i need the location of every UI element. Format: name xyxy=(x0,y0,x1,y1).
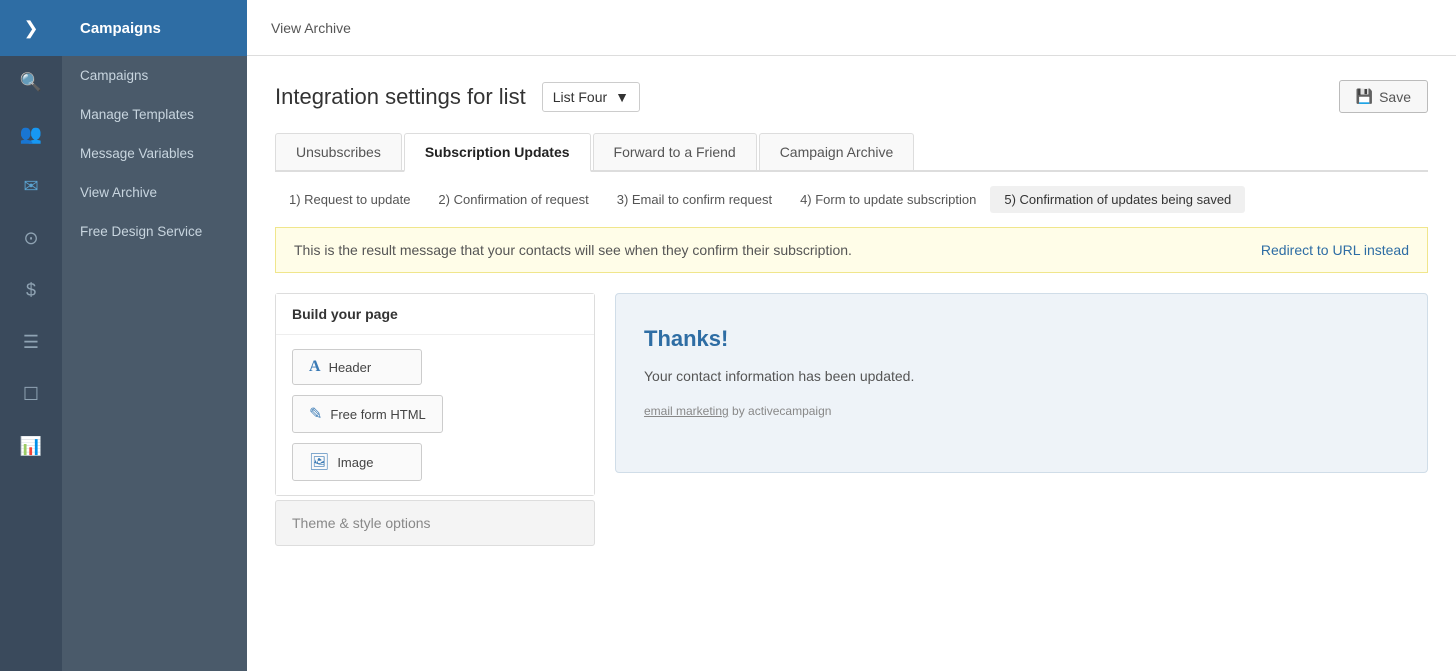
contacts-icon-nav[interactable]: 👥 xyxy=(0,108,62,160)
email-marketing-link[interactable]: email marketing xyxy=(644,404,729,418)
image-block-label: Image xyxy=(337,455,373,470)
nav-item-campaigns[interactable]: Campaigns xyxy=(62,56,247,95)
redirect-url-link[interactable]: Redirect to URL instead xyxy=(1261,242,1409,258)
info-bar: This is the result message that your con… xyxy=(275,227,1428,273)
theme-section-header: Theme & style options xyxy=(276,501,594,545)
reports-icon-nav[interactable]: 📊 xyxy=(0,420,62,472)
deals-icon-nav[interactable]: $ xyxy=(0,264,62,316)
step-1[interactable]: 1) Request to update xyxy=(275,186,424,213)
image-block-btn[interactable]: 🖼 Image xyxy=(292,443,422,481)
left-nav: Campaigns Campaigns Manage Templates Mes… xyxy=(62,0,247,671)
forms-icon-nav[interactable]: ☐ xyxy=(0,368,62,420)
freeform-html-label: Free form HTML xyxy=(330,407,425,422)
save-button[interactable]: 💾 Save xyxy=(1339,80,1428,113)
list-dropdown-value: List Four xyxy=(553,89,607,105)
nav-header: Campaigns xyxy=(62,0,247,56)
nav-item-free-design[interactable]: Free Design Service xyxy=(62,212,247,251)
preview-footer-suffix: by activecampaign xyxy=(729,404,832,418)
topbar: View Archive xyxy=(247,0,1456,56)
preview-heading: Thanks! xyxy=(644,326,1399,352)
build-page-body: A Header ✎ Free form HTML 🖼 Image xyxy=(276,335,594,495)
step-4[interactable]: 4) Form to update subscription xyxy=(786,186,990,213)
tab-campaign-archive[interactable]: Campaign Archive xyxy=(759,133,915,170)
step-2[interactable]: 2) Confirmation of request xyxy=(424,186,602,213)
preview-footer: email marketing by activecampaign xyxy=(644,404,1399,418)
automation-icon-nav[interactable]: ⊙ xyxy=(0,212,62,264)
search-icon-nav[interactable]: 🔍 xyxy=(0,56,62,108)
build-page-header: Build your page xyxy=(276,294,594,335)
nav-item-view-archive[interactable]: View Archive xyxy=(62,173,247,212)
lists-icon-nav[interactable]: ☰ xyxy=(0,316,62,368)
list-dropdown[interactable]: List Four ▼ xyxy=(542,82,640,112)
header-block-btn[interactable]: A Header xyxy=(292,349,422,385)
info-bar-message: This is the result message that your con… xyxy=(294,242,852,258)
chevron-down-icon: ▼ xyxy=(615,89,629,105)
content-area: Integration settings for list List Four … xyxy=(247,56,1456,671)
arrow-icon: ❯ xyxy=(23,18,38,39)
theme-section[interactable]: Theme & style options xyxy=(275,500,595,546)
nav-item-message-variables[interactable]: Message Variables xyxy=(62,134,247,173)
step-5[interactable]: 5) Confirmation of updates being saved xyxy=(990,186,1245,213)
tab-subscription-updates[interactable]: Subscription Updates xyxy=(404,133,591,172)
header-block-label: Header xyxy=(329,360,372,375)
page-heading-title: Integration settings for list xyxy=(275,84,526,110)
freeform-icon: ✎ xyxy=(309,404,322,424)
header-icon: A xyxy=(309,358,321,376)
save-icon: 💾 xyxy=(1356,88,1373,105)
freeform-html-block-btn[interactable]: ✎ Free form HTML xyxy=(292,395,443,433)
tabs-row: Unsubscribes Subscription Updates Forwar… xyxy=(275,133,1428,172)
preview-body: Your contact information has been update… xyxy=(644,368,1399,384)
nav-item-manage-templates[interactable]: Manage Templates xyxy=(62,95,247,134)
topbar-title: View Archive xyxy=(271,20,351,36)
tab-unsubscribes[interactable]: Unsubscribes xyxy=(275,133,402,170)
page-heading-left: Integration settings for list List Four … xyxy=(275,82,640,112)
page-heading-row: Integration settings for list List Four … xyxy=(275,80,1428,113)
tab-forward-to-friend[interactable]: Forward to a Friend xyxy=(593,133,757,170)
left-panel: Build your page A Header ✎ Free form HTM… xyxy=(275,293,595,546)
save-button-label: Save xyxy=(1379,89,1411,105)
image-icon: 🖼 xyxy=(309,452,329,472)
build-page-section: Build your page A Header ✎ Free form HTM… xyxy=(275,293,595,496)
steps-row: 1) Request to update 2) Confirmation of … xyxy=(275,186,1428,213)
preview-card: Thanks! Your contact information has bee… xyxy=(615,293,1428,473)
sidebar-collapse-button[interactable]: ❯ xyxy=(0,0,62,56)
email-icon-nav[interactable]: ✉ xyxy=(0,160,62,212)
step-3[interactable]: 3) Email to confirm request xyxy=(603,186,786,213)
builder-row: Build your page A Header ✎ Free form HTM… xyxy=(275,293,1428,546)
icon-sidebar: ❯ 🔍 👥 ✉ ⊙ $ ☰ ☐ 📊 xyxy=(0,0,62,671)
main-content: View Archive Integration settings for li… xyxy=(247,0,1456,671)
